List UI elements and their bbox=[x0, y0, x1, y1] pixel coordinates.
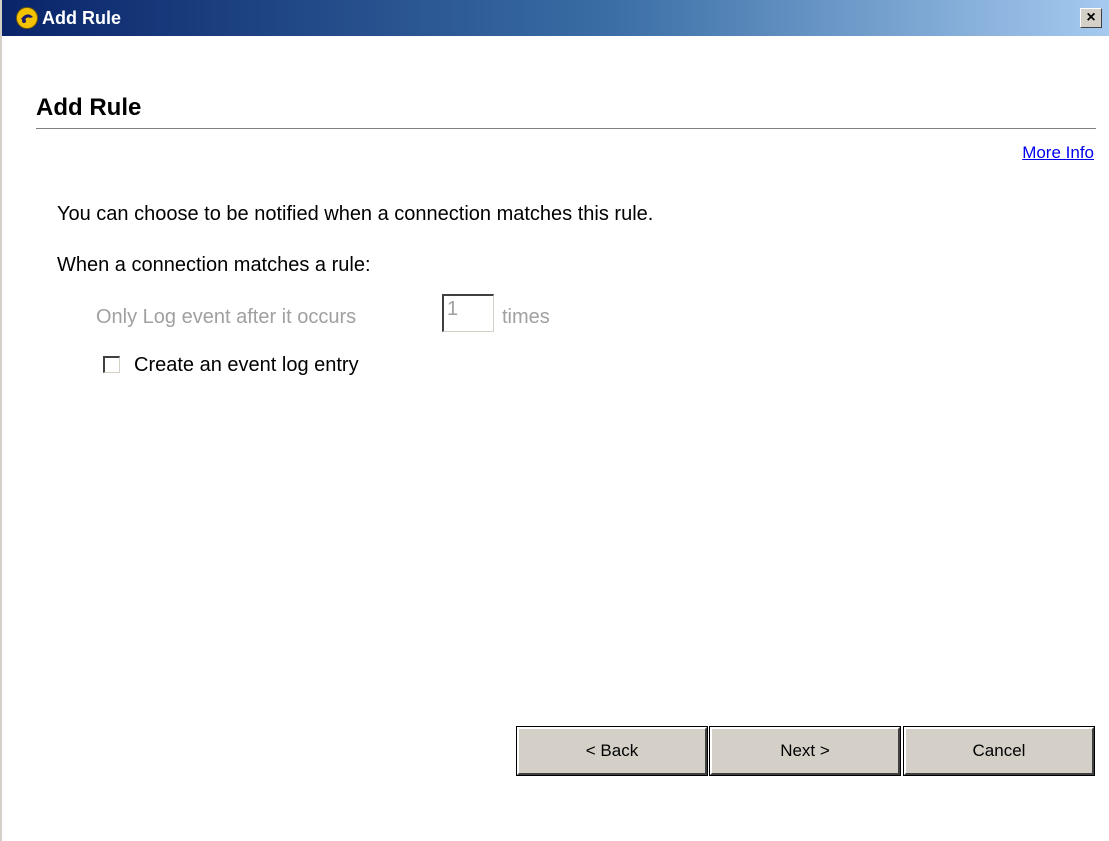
app-logo-icon bbox=[16, 7, 38, 29]
intro-text: You can choose to be notified when a con… bbox=[57, 203, 654, 225]
page-title: Add Rule bbox=[36, 94, 142, 121]
cancel-button[interactable]: Cancel bbox=[903, 726, 1095, 776]
when-label: When a connection matches a rule: bbox=[57, 254, 371, 276]
more-info-link[interactable]: More Info bbox=[1022, 143, 1094, 163]
title-divider bbox=[36, 128, 1096, 129]
add-rule-dialog: Add Rule × Add Rule More Info You can ch… bbox=[0, 0, 1109, 841]
window-title: Add Rule bbox=[42, 8, 121, 28]
event-log-checkbox[interactable] bbox=[103, 356, 120, 373]
title-bar[interactable]: Add Rule × bbox=[2, 0, 1109, 36]
log-threshold-prefix: Only Log event after it occurs bbox=[96, 306, 357, 328]
close-button[interactable]: × bbox=[1080, 8, 1102, 28]
event-log-checkbox-label[interactable]: Create an event log entry bbox=[134, 353, 359, 377]
log-threshold-suffix: times bbox=[502, 306, 550, 328]
back-button[interactable]: < Back bbox=[516, 726, 708, 776]
log-threshold-input[interactable]: 1 bbox=[442, 294, 494, 332]
next-button[interactable]: Next > bbox=[709, 726, 901, 776]
